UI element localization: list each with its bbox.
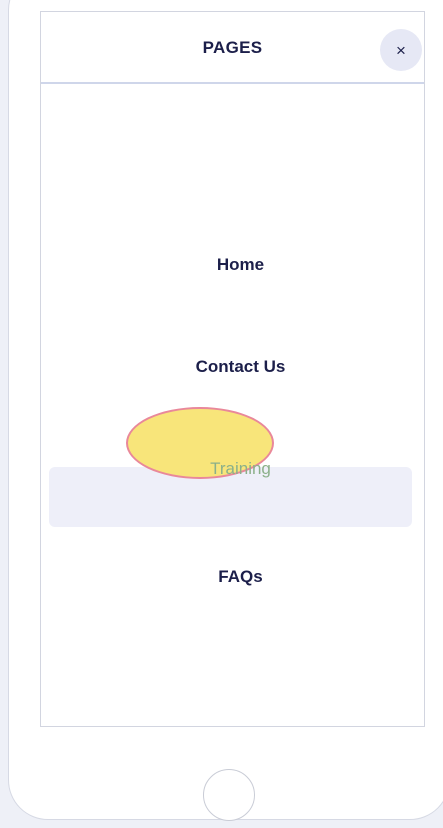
menu-item-contact-us[interactable]: Contact Us [59,337,422,397]
close-button[interactable]: × [380,29,422,71]
home-button[interactable] [203,769,255,821]
page-title: PAGES [202,38,263,57]
menu-screen: PAGES × Home Contact Us Training FAQs [40,11,425,727]
menu-item-home[interactable]: Home [59,235,422,295]
menu-item-label: FAQs [218,567,263,586]
menu-item-label: Contact Us [195,357,286,376]
menu-item-label: Home [216,255,265,274]
menu-header: PAGES × [41,12,424,84]
menu-item-training[interactable]: Training [59,439,422,499]
close-icon: × [396,40,406,60]
menu-item-faqs[interactable]: FAQs [59,547,422,607]
menu-item-label: Training [210,459,271,478]
